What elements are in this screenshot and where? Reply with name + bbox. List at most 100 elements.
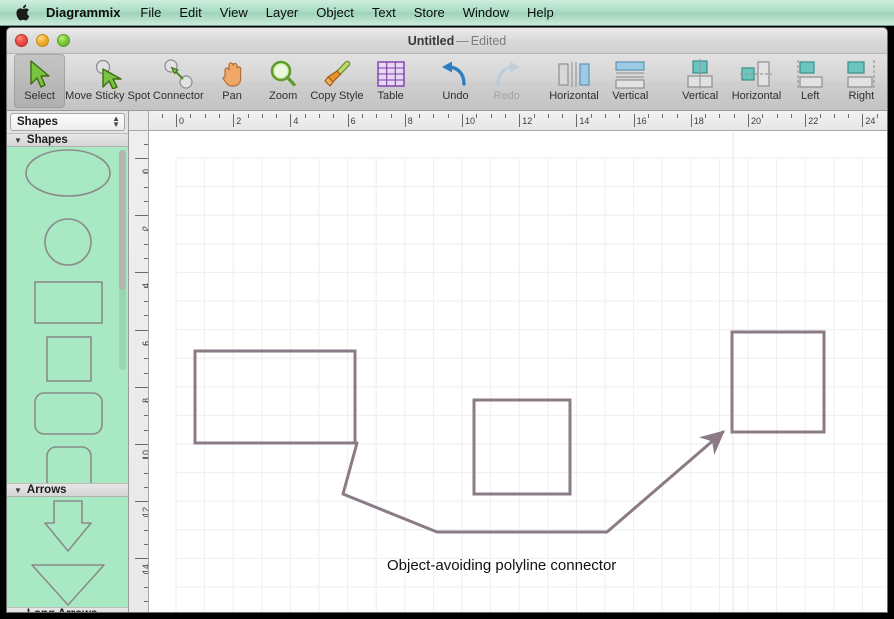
rectangle-left[interactable] [193, 349, 357, 445]
window-title-separator: — [456, 33, 469, 48]
window-body: Shapes ▲ ▼ ▼ Shapes ▼ Arrows 0 2 4 6 8 1… [7, 111, 887, 612]
canvas-connector[interactable] [341, 430, 725, 534]
toolbar-button-connector-2[interactable]: Connector [150, 54, 206, 108]
toolbar-label: Copy Style [310, 90, 364, 102]
toolbar-button-right-14[interactable]: Right [836, 54, 887, 108]
ruler-tick [144, 587, 148, 588]
grid-lines [175, 157, 887, 612]
canvas-area: 024681012141618202224 02468101214 [129, 111, 887, 612]
ruler-tick [876, 114, 878, 118]
menu-item-help[interactable]: Help [518, 3, 563, 23]
sidebar-scrollbar[interactable] [119, 150, 126, 370]
library-selector[interactable]: Shapes ▲ ▼ [10, 113, 125, 131]
sidebar-scrollbar-thumb[interactable] [119, 150, 126, 290]
menu-item-view[interactable]: View [211, 3, 257, 23]
diagram-canvas[interactable]: Object-avoiding polyline connector [150, 132, 887, 612]
apple-logo-icon[interactable] [14, 3, 32, 23]
shape-thumb-square [46, 336, 92, 382]
maximize-button[interactable] [57, 34, 70, 47]
shape-pane-shapes[interactable] [7, 147, 128, 483]
square-right[interactable] [730, 330, 826, 434]
minimize-button[interactable] [36, 34, 49, 47]
ruler-label: 18 [693, 116, 704, 126]
ruler-tick [833, 114, 835, 118]
toolbar-button-pan-3[interactable]: Pan [206, 54, 257, 108]
ruler-tick [862, 114, 864, 127]
toolbar-button-copy-style-5[interactable]: Copy Style [309, 54, 365, 108]
canvas-caption-label[interactable]: Object-avoiding polyline connector [387, 557, 616, 574]
section-header-shapes[interactable]: ▼ Shapes [7, 133, 128, 147]
menu-item-store[interactable]: Store [405, 3, 454, 23]
distribute-horizontal-icon [557, 57, 591, 90]
shape-pane-arrows[interactable] [7, 497, 128, 607]
align-center-vertical-icon [684, 57, 716, 90]
close-button[interactable] [15, 34, 28, 47]
menu-item-layer[interactable]: Layer [257, 3, 308, 23]
toolbar-label: Redo [493, 90, 520, 102]
ruler-tick [347, 114, 349, 127]
ruler-tick [819, 114, 821, 118]
menu-item-text[interactable]: Text [363, 3, 405, 23]
menu-item-file[interactable]: File [131, 3, 170, 23]
sticky-spot-icon [92, 57, 124, 90]
ruler-tick [519, 114, 521, 127]
ruler-tick [233, 114, 235, 127]
toolbar-button-select-0[interactable]: Select [14, 54, 66, 108]
ruler-label: 0 [179, 116, 185, 126]
ruler-tick [135, 215, 148, 217]
menu-app-name[interactable]: Diagrammix [42, 3, 131, 23]
ruler-tick [376, 114, 378, 118]
toolbar-label: Connector [152, 90, 204, 102]
toolbar-button-vertical-11[interactable]: Vertical [672, 54, 728, 108]
ruler-label: 6 [350, 116, 356, 126]
ruler-tick [776, 114, 778, 118]
horizontal-ruler[interactable]: 0 2 4 6 8 10 12 14 16 18 20 22 24 [129, 111, 887, 131]
diagram-svg [175, 132, 887, 612]
section-header-arrows[interactable]: ▼ Arrows [7, 483, 128, 497]
toolbar-button-horizontal-12[interactable]: Horizontal [728, 54, 784, 108]
align-left-icon [795, 57, 825, 90]
ruler-tick [135, 329, 148, 331]
polyline-connector[interactable] [341, 430, 725, 534]
ruler-tick [361, 114, 363, 118]
square-middle[interactable] [472, 398, 572, 496]
stepper-icon[interactable]: ▲ ▼ [112, 115, 120, 129]
vertical-ruler[interactable]: 02468101214 [129, 131, 149, 612]
menu-item-window[interactable]: Window [454, 3, 518, 23]
toolbar-button-zoom-4[interactable]: Zoom [258, 54, 309, 108]
disclosure-triangle-icon[interactable]: ▼ [14, 486, 22, 495]
toolbar-button-table-6[interactable]: Table [365, 54, 416, 108]
ruler-tick [144, 458, 148, 460]
toolbar-button-left-13[interactable]: Left [785, 54, 836, 108]
toolbar-button-horizontal-9[interactable]: Horizontal [546, 54, 602, 108]
toolbar-label: Right [848, 90, 875, 102]
app-root: Diagrammix File Edit View Layer Object T… [0, 0, 894, 619]
toolbar-label: Horizontal [731, 90, 782, 102]
toolbar-button-vertical-10[interactable]: Vertical [602, 54, 658, 108]
library-selector-value: Shapes [17, 116, 58, 128]
menu-item-edit[interactable]: Edit [170, 3, 210, 23]
ruler-tick [135, 501, 148, 503]
ruler-tick [144, 358, 148, 360]
library-selector-wrap: Shapes ▲ ▼ [7, 111, 128, 133]
toolbar-label: Pan [222, 90, 242, 102]
undo-arrow-icon [440, 57, 470, 90]
toolbar-label: Zoom [269, 90, 298, 102]
toolbar-label: Horizontal [549, 90, 599, 102]
magnifier-icon [269, 57, 297, 90]
section-label-shapes: Shapes [26, 134, 68, 146]
ruler-tick [247, 114, 249, 118]
ruler-tick [504, 114, 506, 118]
ruler-label: 16 [636, 116, 647, 126]
ruler-tick [719, 114, 721, 118]
ruler-tick [848, 114, 850, 118]
toolbar-button-move-sticky-spot-1[interactable]: Move Sticky Spot [65, 54, 150, 108]
disclosure-triangle-icon[interactable]: ▼ [14, 136, 22, 145]
ruler-tick [144, 572, 148, 574]
ruler-tick [144, 243, 148, 245]
ruler-label: 24 [865, 116, 876, 126]
toolbar-label: Undo [442, 90, 469, 102]
menu-item-object[interactable]: Object [307, 3, 363, 23]
canvas-shapes[interactable] [193, 330, 826, 496]
toolbar-button-undo-7[interactable]: Undo [430, 54, 481, 108]
